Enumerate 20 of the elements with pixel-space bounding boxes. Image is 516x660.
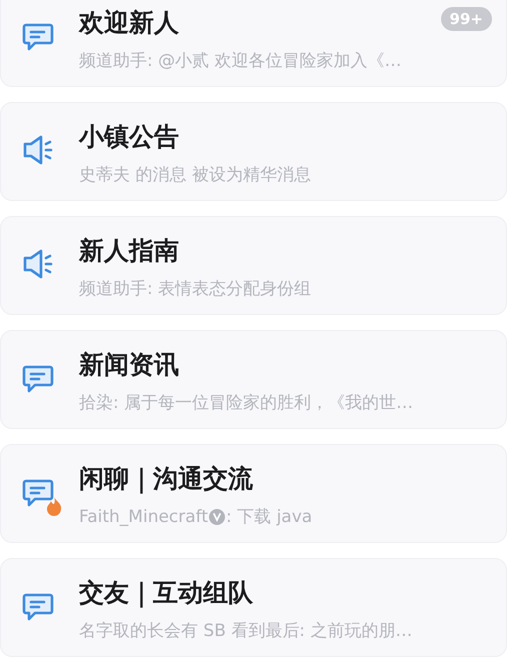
- message-preview: 频道助手: 表情表态分配身份组: [79, 278, 312, 300]
- message-preview: : 下载 java: [226, 506, 312, 528]
- channel-name: 欢迎新人: [79, 6, 180, 38]
- channel-name: 新闻资讯: [79, 348, 180, 380]
- channel-name: 新人指南: [79, 234, 180, 266]
- channel-name: 闲聊｜沟通交流: [79, 462, 254, 494]
- message-preview: 拾染: 属于每一位冒险家的胜利，《我的世…: [79, 392, 414, 414]
- channel-name: 小镇公告: [79, 120, 180, 152]
- channel-card[interactable]: 新人指南 频道助手: 表情表态分配身份组: [0, 216, 507, 315]
- sender-name: Faith_Minecraft: [79, 506, 208, 528]
- channel-card[interactable]: 交友｜互动组队 名字取的长会有 SB 看到最后: 之前玩的朋…: [0, 558, 507, 657]
- channel-card[interactable]: 闲聊｜沟通交流 Faith_Minecraft : 下载 java: [0, 444, 507, 543]
- megaphone-icon: [21, 246, 55, 280]
- channel-card[interactable]: 小镇公告 史蒂夫 的消息 被设为精华消息: [0, 102, 507, 201]
- message-preview: 史蒂夫 的消息 被设为精华消息: [79, 164, 311, 186]
- message-preview: 频道助手: @小贰 欢迎各位冒险家加入《…: [79, 50, 402, 72]
- message-preview: 名字取的长会有 SB 看到最后: 之前玩的朋…: [79, 620, 412, 642]
- channel-name: 交友｜互动组队: [79, 576, 254, 608]
- channel-card[interactable]: 新闻资讯 拾染: 属于每一位冒险家的胜利，《我的世…: [0, 330, 507, 429]
- megaphone-icon: [21, 132, 55, 166]
